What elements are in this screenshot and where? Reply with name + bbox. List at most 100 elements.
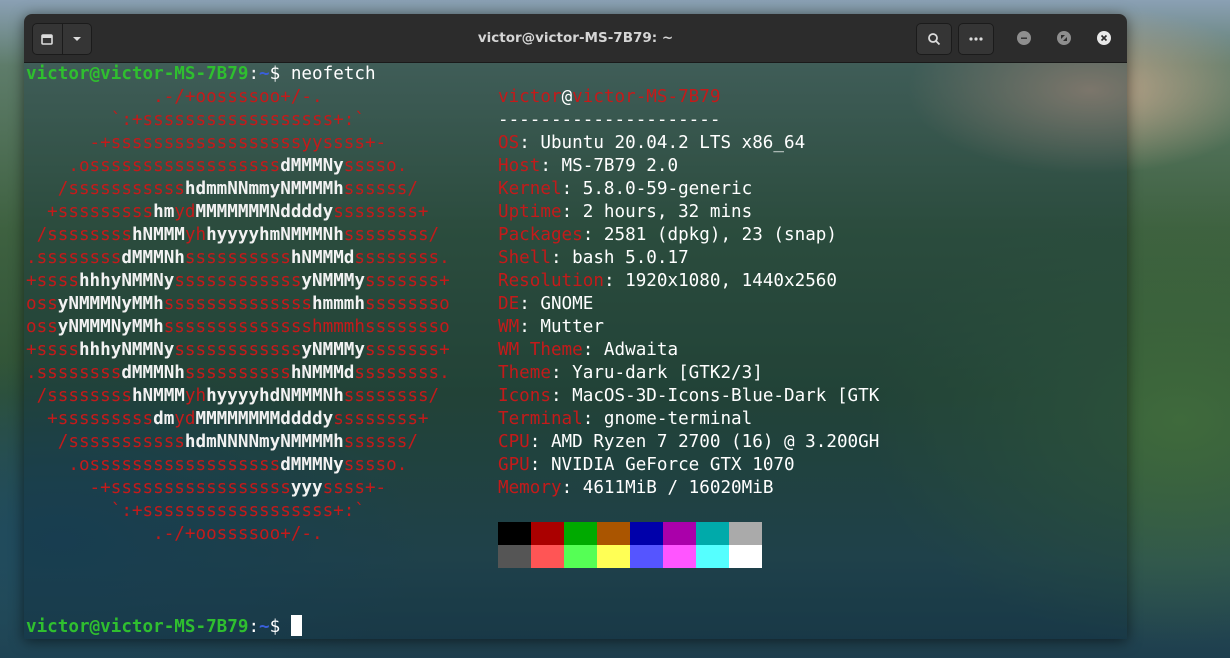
- color-swatch: [630, 522, 663, 545]
- logo-segment: sssssss+: [364, 340, 450, 360]
- info-line: WM Theme: Adwaita: [498, 339, 678, 362]
- logo-segment: ssssssss+: [333, 409, 429, 429]
- logo-line: /sssssssshNMMMyhhyyyyhdNMMMNhssssssss/: [26, 385, 440, 408]
- info-value: : Mutter: [519, 317, 604, 337]
- info-at: @: [561, 87, 573, 107]
- info-user: victor: [498, 87, 562, 107]
- info-line: DE: GNOME: [498, 293, 593, 316]
- color-swatch: [531, 522, 564, 545]
- logo-segment: +ssss: [26, 340, 79, 360]
- logo-segment: +sssssssss: [26, 409, 154, 429]
- logo-segment: yh: [184, 225, 207, 245]
- logo-line: .-/+oossssoo+/-.: [26, 86, 323, 109]
- info-value: : Ubuntu 20.04.2 LTS x86_64: [519, 133, 806, 153]
- logo-segment: sssssss+: [364, 271, 450, 291]
- info-value: : Yaru-dark [GTK2/3]: [550, 363, 763, 383]
- info-value: : bash 5.0.17: [550, 248, 689, 268]
- info-line: Host: MS-7B79 2.0: [498, 155, 678, 178]
- logo-segment: +sssssssss: [26, 202, 154, 222]
- logo-segment: dMMMNy: [280, 156, 344, 176]
- logo-segment: MMMMMMMNddddy: [195, 202, 334, 222]
- logo-line: +ssssssssshmydMMMMMMMNddddyssssssss+: [26, 201, 429, 224]
- logo-line: .ossssssssssssssssssdMMMNysssso.: [26, 155, 407, 178]
- info-line: GPU: NVIDIA GeForce GTX 1070: [498, 454, 795, 477]
- logo-segment: -+ssssssssssssssssssyyssss+-: [26, 133, 387, 153]
- logo-segment: /ssssssss: [26, 386, 132, 406]
- info-line: Packages: 2581 (dpkg), 23 (snap): [498, 224, 837, 247]
- logo-segment: hNMMMd: [290, 363, 355, 383]
- info-value: : 2581 (dpkg), 23 (snap): [582, 225, 837, 245]
- logo-segment: dMMMNh: [121, 363, 185, 383]
- logo-segment: ssssss/: [343, 432, 418, 452]
- terminal-output[interactable]: victor@victor-MS-7B79:~$ neofetch .-/+oo…: [24, 63, 1127, 639]
- info-value: : MacOS-3D-Icons-Blue-Dark [GTK: [550, 386, 880, 406]
- maximize-button[interactable]: [1057, 31, 1071, 45]
- info-label: Resolution: [498, 271, 604, 291]
- logo-segment: ssssssss+: [333, 202, 429, 222]
- logo-segment: +ssss: [26, 271, 79, 291]
- title-bar[interactable]: victor@victor-MS-7B79: ~: [24, 14, 1127, 63]
- color-swatch: [597, 522, 630, 545]
- logo-segment: ssssssss/: [343, 225, 440, 245]
- info-line: Icons: MacOS-3D-Icons-Blue-Dark [GTK: [498, 385, 879, 408]
- logo-line: -+sssssssssssssssssyyyssss+-: [26, 477, 387, 500]
- logo-line: `:+ssssssssssssssssss+:`: [26, 500, 365, 523]
- logo-segment: oss: [26, 317, 58, 337]
- info-line: Terminal: gnome-terminal: [498, 408, 752, 431]
- logo-segment: hhhyNMMNy: [78, 271, 175, 291]
- logo-line: -+ssssssssssssssssssyyssss+-: [26, 132, 387, 155]
- prompt-colon: :: [248, 617, 260, 637]
- logo-segment: yNMMMNyMMh: [57, 294, 164, 314]
- logo-segment: yh: [184, 386, 207, 406]
- info-value: : 5.8.0-59-generic: [561, 179, 753, 199]
- logo-segment: /sssssssssss: [26, 432, 185, 452]
- prompt-colon: :: [248, 64, 260, 84]
- info-label: Kernel: [498, 179, 562, 199]
- logo-segment: -+sssssssssssssssss: [26, 478, 291, 498]
- info-value: : 1920x1080, 1440x2560: [603, 271, 837, 291]
- logo-segment: /ssssssss: [26, 225, 132, 245]
- logo-segment: .-/+oossssoo+/-.: [26, 87, 323, 107]
- logo-segment: hdmmNNmmyNMMMMh: [184, 179, 344, 199]
- logo-segment: .-/+oossssoo+/-.: [26, 524, 323, 544]
- prompt-path: ~: [259, 64, 270, 84]
- logo-segment: hNMMMd: [290, 248, 355, 268]
- close-icon: [1100, 34, 1108, 42]
- info-value: : 2 hours, 32 mins: [561, 202, 753, 222]
- logo-line: /sssssssshNMMMyhhyyyyhmNMMMNhssssssss/: [26, 224, 440, 247]
- logo-segment: `:+ssssssssssssssssss+:`: [26, 501, 365, 521]
- info-line: Shell: bash 5.0.17: [498, 247, 689, 270]
- menu-button[interactable]: [958, 23, 994, 55]
- logo-segment: yd: [174, 202, 196, 222]
- logo-line: .ssssssssdMMMNhsssssssssshNMMMdssssssss.: [26, 362, 450, 385]
- logo-segment: ssss+-: [322, 478, 387, 498]
- minimize-button[interactable]: [1017, 31, 1031, 45]
- info-label: Terminal: [498, 409, 583, 429]
- color-swatch: [564, 522, 597, 545]
- info-line: OS: Ubuntu 20.04.2 LTS x86_64: [498, 132, 805, 155]
- logo-segment: hdmNNNNmyNMMMMh: [184, 432, 344, 452]
- search-button[interactable]: [916, 23, 952, 55]
- prompt-line[interactable]: victor@victor-MS-7B79:~$: [26, 615, 302, 638]
- minimize-icon: [1021, 37, 1027, 39]
- prompt-dollar: $: [269, 617, 281, 637]
- logo-segment: yNMMMy: [301, 340, 365, 360]
- command-text: neofetch: [280, 64, 376, 84]
- color-swatch: [498, 522, 531, 545]
- logo-line: `:+ssssssssssssssssss+:`: [26, 109, 365, 132]
- color-swatch: [630, 545, 663, 568]
- logo-segment: sssso.: [343, 156, 408, 176]
- logo-segment: hhhyNMMNy: [78, 340, 175, 360]
- logo-line: +sssssssssdmydMMMMMMMMddddyssssssss+: [26, 408, 429, 431]
- logo-segment: hm: [153, 202, 175, 222]
- logo-line: /ssssssssssshdmNNNNmyNMMMMhssssss/: [26, 431, 418, 454]
- info-label: DE: [498, 294, 520, 314]
- close-button[interactable]: [1097, 31, 1111, 45]
- color-swatch: [531, 545, 564, 568]
- prompt-user-host: victor@victor-MS-7B79: [26, 617, 249, 637]
- logo-segment: `:+ssssssssssssssssss+:`: [26, 110, 365, 130]
- logo-segment: dMMMNh: [121, 248, 185, 268]
- info-line: CPU: AMD Ryzen 7 2700 (16) @ 3.200GH: [498, 431, 879, 454]
- logo-line: +sssshhhyNMMNyssssssssssssyNMMMysssssss+: [26, 270, 450, 293]
- info-line: Theme: Yaru-dark [GTK2/3]: [498, 362, 763, 385]
